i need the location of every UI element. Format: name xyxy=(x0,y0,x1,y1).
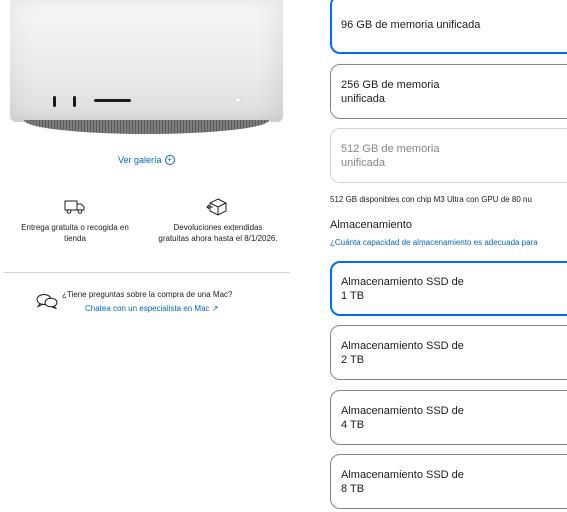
storage-help-link[interactable]: ¿Cuánta capacidad de almacenamiento es a… xyxy=(330,238,538,247)
memory-option-label: 256 GB de memoria unificada xyxy=(341,79,440,105)
view-gallery-label: Ver galería xyxy=(118,155,162,165)
feature-extended-returns: Devoluciones extendidas gratuitas ahora … xyxy=(158,198,278,244)
view-gallery-link[interactable]: Ver galería + xyxy=(118,155,175,165)
storage-option-2tb[interactable]: Almacenamiento SSD de 2 TB xyxy=(330,325,567,380)
memory-availability-note: 512 GB disponibles con chip M3 Ultra con… xyxy=(330,195,532,204)
usb-c-port xyxy=(53,96,56,107)
storage-option-label: Almacenamiento SSD de 1 TB xyxy=(341,276,464,302)
mac-studio-body xyxy=(10,0,283,122)
feature-free-delivery: Entrega gratuita o recogida en tienda xyxy=(12,198,138,244)
memory-option-label: 96 GB de memoria unificada xyxy=(341,19,481,31)
memory-option-512gb: 512 GB de memoria unificada xyxy=(330,128,567,183)
memory-option-256gb[interactable]: 256 GB de memoria unificada xyxy=(330,64,567,119)
extended-returns-text: Devoluciones extendidas gratuitas ahora … xyxy=(158,223,278,243)
chat-bubbles-icon xyxy=(36,294,58,309)
plus-circle-icon: + xyxy=(164,155,175,165)
return-box-icon xyxy=(206,198,227,216)
delivery-truck-icon xyxy=(64,200,85,214)
usb-c-port xyxy=(73,96,76,107)
storage-option-label: Almacenamiento SSD de 8 TB xyxy=(341,469,464,495)
storage-option-4tb[interactable]: Almacenamiento SSD de 4 TB xyxy=(330,390,567,445)
memory-option-96gb[interactable]: 96 GB de memoria unificada xyxy=(330,0,567,54)
power-indicator xyxy=(236,98,240,102)
storage-option-label: Almacenamiento SSD de 4 TB xyxy=(341,405,464,431)
storage-option-1tb[interactable]: Almacenamiento SSD de 1 TB xyxy=(330,261,567,316)
storage-section-title: Almacenamiento xyxy=(330,219,412,231)
free-delivery-text: Entrega gratuita o recogida en tienda xyxy=(21,223,129,243)
storage-option-8tb[interactable]: Almacenamiento SSD de 8 TB xyxy=(330,454,567,509)
divider xyxy=(4,272,290,273)
memory-option-label: 512 GB de memoria unificada xyxy=(341,143,440,169)
storage-option-label: Almacenamiento SSD de 2 TB xyxy=(341,340,464,366)
chat-specialist-link[interactable]: Chatea con un especialista en Mac ↗ xyxy=(85,304,218,313)
mac-studio-vent-base xyxy=(24,120,269,134)
product-image xyxy=(10,0,283,136)
help-question: ¿Tiene preguntas sobre la compra de una … xyxy=(62,290,233,299)
sd-card-slot xyxy=(94,99,131,102)
